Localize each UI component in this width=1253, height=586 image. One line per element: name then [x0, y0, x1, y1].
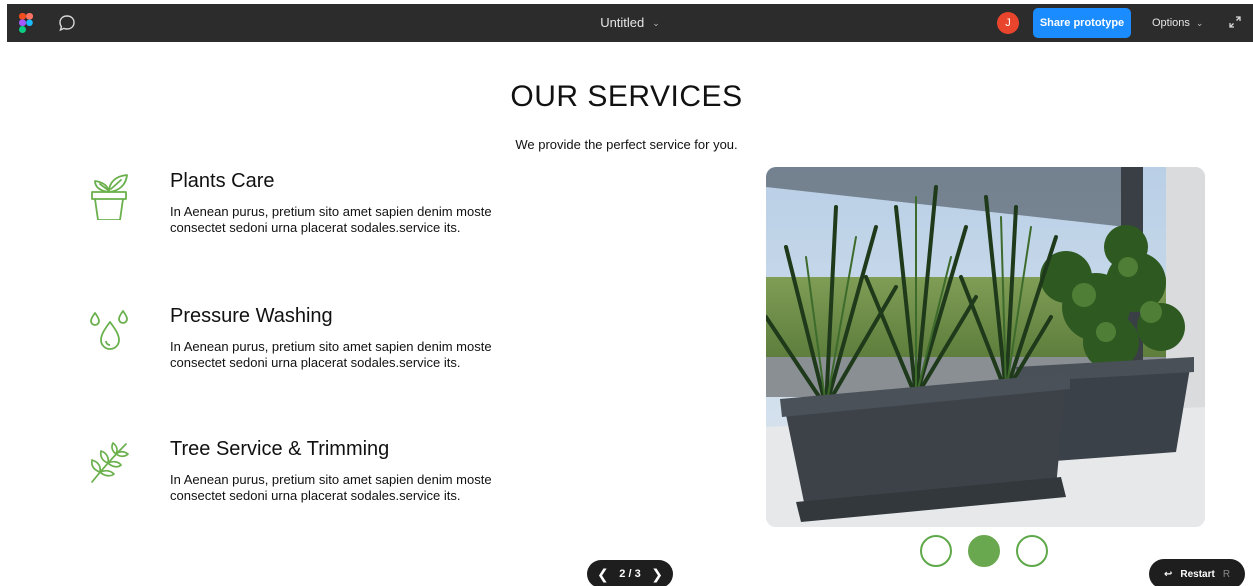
prototype-toolbar: Untitled ⌄ J Share prototype Options ⌄ [7, 4, 1253, 42]
leaf-branch-icon [86, 438, 132, 488]
restart-button[interactable]: ↩ Restart R [1149, 559, 1245, 586]
options-label: Options [1152, 17, 1190, 29]
next-frame-button[interactable]: ❯ [651, 566, 663, 583]
avatar[interactable]: J [997, 12, 1019, 34]
service-title: Plants Care [170, 170, 275, 192]
service-description: In Aenean purus, pretium sito amet sapie… [170, 339, 492, 370]
page-title: OUR SERVICES [510, 80, 743, 113]
chevron-down-icon: ⌄ [652, 18, 660, 28]
service-title: Pressure Washing [170, 305, 333, 327]
water-drops-icon [86, 305, 132, 355]
chevron-down-icon: ⌄ [1195, 18, 1204, 28]
expand-icon[interactable] [1227, 14, 1243, 30]
service-title: Tree Service & Trimming [170, 438, 390, 460]
service-description: In Aenean purus, pretium sito amet sapie… [170, 472, 492, 503]
carousel-dot[interactable] [1016, 535, 1048, 567]
file-title: Untitled [600, 15, 645, 30]
carousel-dot[interactable] [920, 535, 952, 567]
restart-label: Restart [1180, 568, 1215, 580]
service-description: In Aenean purus, pretium sito amet sapie… [170, 204, 492, 235]
carousel-dot-active[interactable] [968, 535, 1000, 567]
figma-logo-icon[interactable] [19, 13, 33, 33]
comment-icon[interactable] [57, 13, 77, 33]
share-prototype-button[interactable]: Share prototype [1033, 8, 1131, 38]
page-indicator: 2 / 3 [619, 568, 641, 580]
previous-frame-button[interactable]: ❮ [597, 566, 609, 583]
options-menu[interactable]: Options ⌄ [1152, 4, 1203, 42]
file-title-menu[interactable]: Untitled ⌄ [600, 4, 660, 42]
page-subtitle: We provide the perfect service for you. [515, 137, 738, 152]
prototype-pager: ❮ 2 / 3 ❯ [587, 560, 673, 586]
plant-pot-icon [86, 170, 132, 221]
restart-arrow-icon: ↩ [1163, 568, 1173, 580]
carousel-dots [920, 535, 1048, 569]
service-photo [766, 167, 1205, 527]
restart-shortcut-key: R [1222, 568, 1231, 580]
